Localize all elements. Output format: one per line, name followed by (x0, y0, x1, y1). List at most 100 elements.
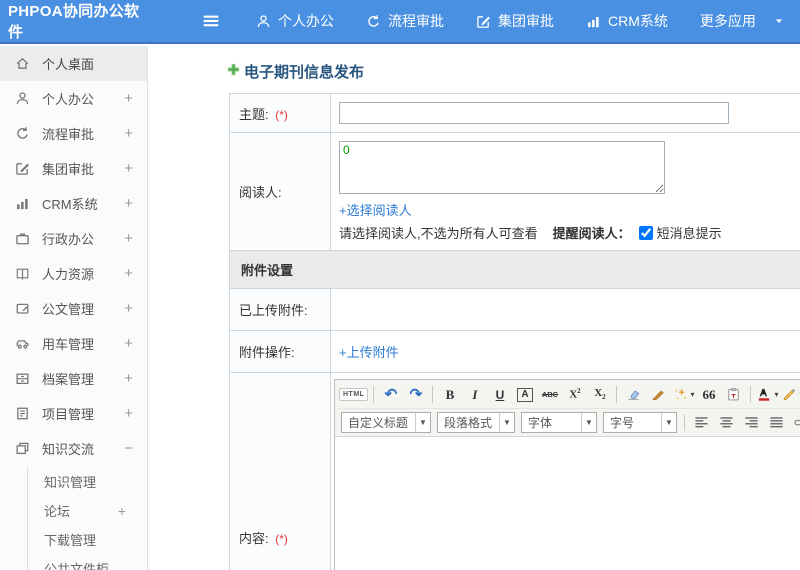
italic-icon: I (472, 386, 478, 402)
nav-item-集团审批[interactable]: 集团审批 (476, 11, 554, 31)
nav-item-label: 更多应用 (699, 13, 756, 29)
expander-icon[interactable]: + (124, 265, 133, 282)
format-painter-button[interactable] (647, 384, 670, 406)
blockquote-button[interactable]: 66 (697, 384, 720, 406)
nav-item-更多应用[interactable]: 更多应用 (700, 11, 785, 31)
sidebar-subitem-论坛[interactable]: 论坛 + (28, 496, 147, 525)
sidebar-subitem-公共文件柜[interactable]: 公共文件柜 (28, 554, 147, 570)
hamburger-menu-icon[interactable] (202, 12, 220, 30)
remove-format-button[interactable] (622, 384, 645, 406)
sidebar-item-人力资源[interactable]: 人力资源 + (0, 256, 147, 291)
font-style-button[interactable]: A (513, 384, 536, 406)
expander-icon[interactable]: + (124, 335, 133, 352)
undo-icon: ↶ (384, 386, 398, 403)
board-icon (15, 406, 33, 421)
home-icon (15, 56, 33, 71)
highlight-color-button[interactable]: ▾ (781, 384, 800, 406)
choose-readers-link[interactable]: +选择阅读人 (339, 200, 412, 219)
toolbar-separator (373, 386, 375, 403)
expander-icon[interactable]: + (124, 90, 133, 107)
nav-item-个人办公[interactable]: 个人办公 (256, 11, 334, 31)
expander-icon[interactable]: + (124, 370, 133, 387)
uploaded-attachments-label: 已上传附件: (239, 303, 308, 318)
paste-text-button[interactable] (722, 384, 745, 406)
nav-item-流程审批[interactable]: 流程审批 (366, 11, 444, 31)
expander-icon[interactable]: + (124, 405, 133, 422)
top-nav: 个人办公 流程审批 集团审批 CRM系统 更多应用 (256, 11, 785, 31)
sidebar-item-集团审批[interactable]: 集团审批 + (0, 151, 147, 186)
caret-down-icon: ▼ (661, 412, 676, 432)
subscript-button[interactable]: X2 (588, 384, 611, 406)
align-right-button[interactable] (740, 411, 763, 433)
subject-input[interactable] (339, 102, 729, 124)
archive-icon (15, 371, 33, 386)
redo-button[interactable]: ↷ (404, 384, 427, 406)
uploaded-attachments-value (330, 288, 800, 331)
sidebar-item-公文管理[interactable]: 公文管理 + (0, 291, 147, 326)
app-logo[interactable]: PHPOA协同办公软件 (0, 0, 150, 42)
sidebar-item-label: 档案管理 (42, 372, 95, 387)
expander-icon[interactable]: + (124, 160, 133, 177)
underline-button[interactable]: U (488, 384, 511, 406)
sidebar-item-个人桌面[interactable]: 个人桌面 (0, 46, 147, 81)
align-right-icon (744, 415, 759, 430)
sidebar-subitem-下载管理[interactable]: 下载管理 (28, 525, 147, 554)
sms-remind-checkbox[interactable] (638, 225, 653, 240)
nav-item-CRM系统[interactable]: CRM系统 (586, 11, 668, 31)
remind-readers-label: 提醒阅读人： (552, 226, 631, 241)
readers-note-row: 请选择阅读人,不选为所有人可查看 提醒阅读人： 短消息提示 (339, 223, 800, 242)
expander-icon[interactable]: + (124, 125, 133, 142)
align-left-button[interactable] (690, 411, 713, 433)
chart-icon (586, 14, 601, 29)
custom-heading-select[interactable]: 自定义标题 ▼ (341, 411, 431, 433)
sidebar-subitem-知识管理[interactable]: 知识管理 (28, 467, 147, 496)
strikethrough-button[interactable]: ABC (538, 384, 561, 406)
brush-icon (651, 387, 666, 402)
font-color-button[interactable]: ▾ (756, 384, 779, 406)
strike-icon: ABC (541, 390, 559, 399)
align-justify-button[interactable] (765, 411, 788, 433)
sidebar-item-用车管理[interactable]: 用车管理 + (0, 326, 147, 361)
sidebar-item-label: 个人办公 (42, 92, 95, 107)
align-center-button[interactable] (715, 411, 738, 433)
sidebar-item-项目管理[interactable]: 项目管理 + (0, 396, 147, 431)
sub-icon: X2 (594, 386, 606, 402)
upload-attachment-link[interactable]: +上传附件 (339, 345, 399, 360)
select-label: 字体 (528, 415, 553, 430)
sidebar-item-label: 集团审批 (42, 162, 95, 177)
sidebar-item-label: CRM系统 (42, 197, 98, 212)
sidebar-item-行政办公[interactable]: 行政办公 + (0, 221, 147, 256)
page-title-row: 电子期刊信息发布 (227, 61, 800, 82)
font-size-select[interactable]: 字号 ▼ (603, 411, 677, 433)
expander-icon[interactable]: + (124, 195, 133, 212)
bold-button[interactable]: B (438, 384, 461, 406)
caret-down-icon: ▾ (774, 390, 779, 399)
subject-row: 主题: (*) (229, 93, 800, 133)
paste-special-button[interactable]: ▾ (672, 384, 695, 406)
attachments-section-header: 附件设置 (229, 250, 800, 289)
expander-icon[interactable]: − (124, 440, 133, 457)
expander-icon[interactable]: + (118, 503, 126, 519)
insert-link-button[interactable] (790, 411, 800, 433)
sidebar-item-CRM系统[interactable]: CRM系统 + (0, 186, 147, 221)
editor-content-area[interactable] (335, 437, 800, 570)
undo-button[interactable]: ↶ (379, 384, 402, 406)
superscript-button[interactable]: X2 (563, 384, 586, 406)
sidebar-item-知识交流[interactable]: 知识交流 − (0, 431, 147, 466)
expander-icon[interactable]: + (124, 300, 133, 317)
sidebar-item-档案管理[interactable]: 档案管理 + (0, 361, 147, 396)
sidebar-item-个人办公[interactable]: 个人办公 + (0, 81, 147, 116)
redo-icon: ↷ (409, 386, 423, 403)
doc-icon (15, 301, 33, 316)
underline-icon: U (495, 387, 505, 402)
italic-button[interactable]: I (463, 384, 486, 406)
required-mark: (*) (275, 532, 288, 546)
paragraph-format-select[interactable]: 段落格式 ▼ (437, 411, 515, 433)
select-label: 字号 (610, 415, 635, 430)
expander-icon[interactable]: + (124, 230, 133, 247)
readers-textarea[interactable]: 0 (339, 141, 665, 194)
sidebar-item-流程审批[interactable]: 流程审批 + (0, 116, 147, 151)
html-source-button[interactable]: HTML (339, 384, 369, 406)
font-family-select[interactable]: 字体 ▼ (521, 411, 597, 433)
edit-icon (476, 14, 491, 29)
